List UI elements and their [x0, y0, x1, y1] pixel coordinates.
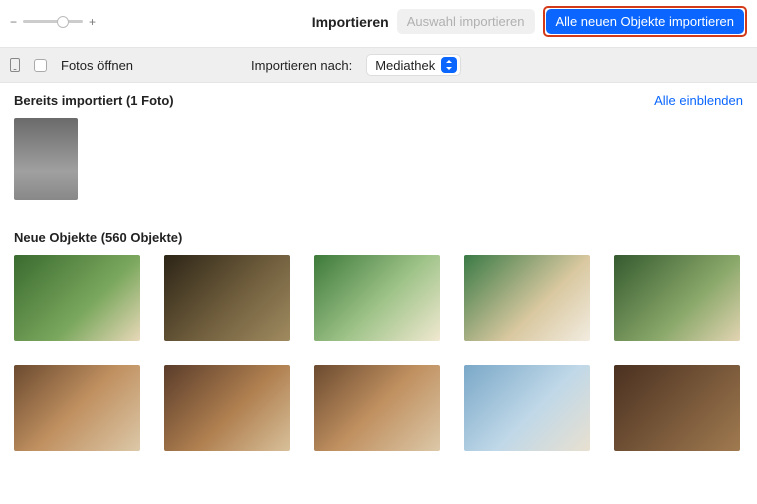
chevron-updown-icon: [441, 57, 457, 73]
zoom-out-icon[interactable]: −: [10, 15, 17, 29]
new-objects-grid: [14, 255, 743, 465]
new-objects-section: Neue Objekte (560 Objekte): [0, 220, 757, 471]
zoom-control: − +: [10, 15, 96, 29]
photo-thumb[interactable]: [464, 365, 590, 451]
photo-thumb[interactable]: [314, 255, 440, 341]
import-all-new-button[interactable]: Alle neuen Objekte importieren: [546, 9, 745, 34]
page-title: Importieren: [312, 14, 389, 30]
photo-thumb[interactable]: [164, 255, 290, 341]
new-objects-heading: Neue Objekte (560 Objekte): [14, 230, 182, 245]
photo-thumb[interactable]: [164, 365, 290, 451]
photo-thumb[interactable]: [14, 255, 140, 341]
import-to-label: Importieren nach:: [251, 58, 352, 73]
zoom-slider[interactable]: [23, 20, 83, 23]
already-imported-heading: Bereits importiert (1 Foto): [14, 93, 174, 108]
photo-thumb[interactable]: [464, 255, 590, 341]
import-selection-button[interactable]: Auswahl importieren: [397, 9, 535, 34]
open-photos-label: Fotos öffnen: [61, 58, 133, 73]
import-all-highlight: Alle neuen Objekte importieren: [543, 6, 748, 37]
photo-thumb[interactable]: [14, 118, 78, 200]
show-all-link[interactable]: Alle einblenden: [654, 93, 743, 108]
import-options-bar: Fotos öffnen Importieren nach: Mediathek: [0, 47, 757, 83]
import-to-value: Mediathek: [375, 58, 435, 73]
photo-thumb[interactable]: [614, 365, 740, 451]
already-imported-grid: [14, 118, 743, 214]
zoom-in-icon[interactable]: +: [89, 15, 96, 29]
photo-thumb[interactable]: [614, 255, 740, 341]
device-icon: [10, 58, 20, 72]
already-imported-section: Bereits importiert (1 Foto) Alle einblen…: [0, 83, 757, 220]
photo-thumb[interactable]: [314, 365, 440, 451]
import-to-select[interactable]: Mediathek: [366, 54, 461, 76]
photo-thumb[interactable]: [14, 365, 140, 451]
open-photos-checkbox[interactable]: [34, 59, 47, 72]
import-toolbar: − + Importieren Auswahl importieren Alle…: [0, 0, 757, 47]
